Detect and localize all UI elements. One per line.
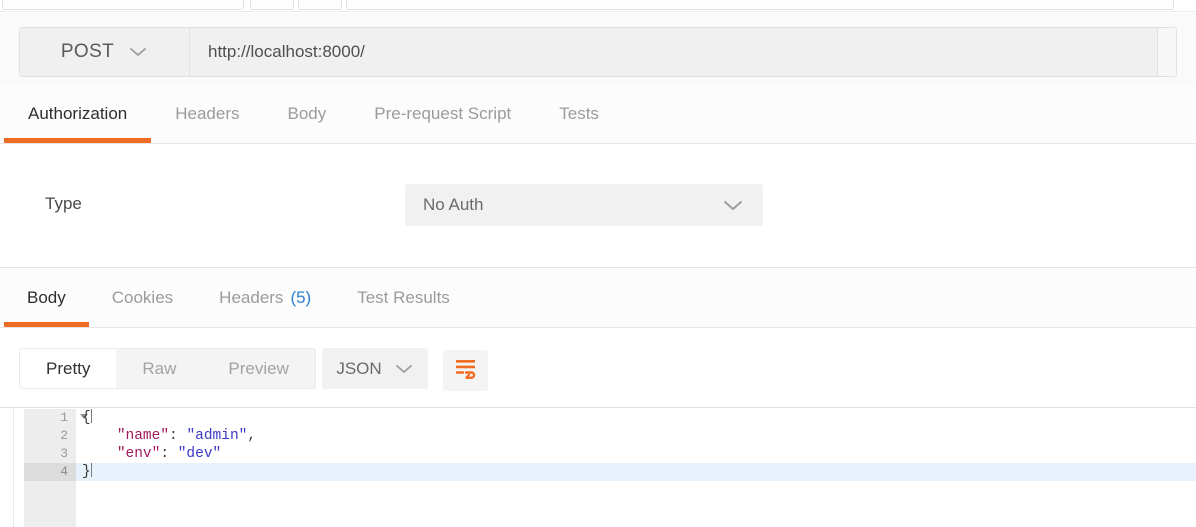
auth-type-dropdown[interactable]: No Auth xyxy=(405,184,763,226)
word-wrap-icon xyxy=(454,357,478,384)
response-tab-test-results-label: Test Results xyxy=(357,287,450,307)
text-caret xyxy=(90,409,92,423)
editor-left-border xyxy=(13,409,14,527)
code-token-str: "admin" xyxy=(186,428,248,444)
response-format-dropdown[interactable]: JSON xyxy=(322,348,428,389)
view-mode-pretty[interactable]: Pretty xyxy=(20,349,117,388)
response-body-toolbar: Pretty Raw Preview JSON xyxy=(0,328,1196,408)
response-tab-body-label: Body xyxy=(27,287,66,307)
view-mode-preview[interactable]: Preview xyxy=(202,349,314,388)
line-number-3: 3 xyxy=(60,446,68,461)
response-body-editor[interactable]: 1 2 3 4 { "name": "admin", "env": "dev"} xyxy=(0,409,1196,527)
response-tabs-bar: Body Cookies Headers (5) Test Results xyxy=(0,268,1196,328)
line-number-2: 2 xyxy=(60,428,68,443)
response-headers-count: (5) xyxy=(290,287,312,307)
response-tab-cookies[interactable]: Cookies xyxy=(89,268,196,327)
gutter-line-number[interactable]: 4 xyxy=(24,463,76,481)
gutter-line-number[interactable]: 3 xyxy=(24,445,76,463)
view-mode-pretty-label: Pretty xyxy=(46,358,91,378)
tab-headers[interactable]: Headers xyxy=(151,85,263,143)
code-token-str: "dev" xyxy=(177,446,222,462)
word-wrap-button[interactable] xyxy=(443,350,488,391)
code-token-punc: : xyxy=(160,446,170,462)
tab-headers-label: Headers xyxy=(175,104,240,123)
tab-tests-label: Tests xyxy=(559,104,599,123)
response-tab-headers[interactable]: Headers (5) xyxy=(196,268,334,327)
view-mode-raw[interactable]: Raw xyxy=(116,349,202,388)
code-token-punc: : xyxy=(169,428,178,444)
view-mode-raw-label: Raw xyxy=(142,358,177,378)
editor-gutter: 1 2 3 4 xyxy=(24,409,88,527)
url-input[interactable]: http://localhost:8000/ xyxy=(190,28,1157,76)
response-tab-body[interactable]: Body xyxy=(4,268,89,327)
gutter-line-number[interactable]: 1 xyxy=(24,409,88,427)
code-lines: { "name": "admin", "env": "dev"} xyxy=(76,409,1196,481)
code-token-punc: , xyxy=(247,428,257,444)
tab-pre-request-script[interactable]: Pre-request Script xyxy=(350,85,535,143)
tab-pre-request-script-label: Pre-request Script xyxy=(374,104,512,123)
chevron-down-icon xyxy=(394,363,414,375)
code-line[interactable]: { xyxy=(76,409,1196,427)
tab-body-label: Body xyxy=(287,104,327,123)
cutoff-field-2 xyxy=(250,0,294,10)
auth-type-label: Type xyxy=(45,194,82,213)
chevron-down-icon xyxy=(721,198,745,212)
cutoff-field-3 xyxy=(298,0,342,10)
code-token-punc: } xyxy=(82,464,91,480)
request-url-row: POST http://localhost:8000/ xyxy=(0,13,1196,85)
request-url-bar: POST http://localhost:8000/ xyxy=(19,27,1177,77)
code-token-key: "env" xyxy=(116,446,161,462)
response-tab-headers-label: Headers xyxy=(219,287,284,307)
cutoff-divider xyxy=(0,11,1196,12)
response-tab-cookies-label: Cookies xyxy=(111,287,174,307)
cutoff-field-1 xyxy=(2,0,244,10)
code-line[interactable]: "env": "dev" xyxy=(76,445,1196,463)
code-line[interactable]: } xyxy=(76,463,1196,481)
http-method-dropdown[interactable]: POST xyxy=(20,28,190,76)
tab-authorization-label: Authorization xyxy=(28,104,128,123)
gutter-line-number[interactable]: 2 xyxy=(24,427,76,445)
text-caret xyxy=(90,463,92,477)
request-tabs-bar: Authorization Headers Body Pre-request S… xyxy=(0,85,1196,144)
code-line[interactable]: "name": "admin", xyxy=(76,427,1196,445)
line-number-4: 4 xyxy=(60,464,68,479)
code-token-key: "name" xyxy=(116,428,170,444)
url-bar-right-pad xyxy=(1158,28,1176,76)
view-mode-segmented-control: Pretty Raw Preview xyxy=(19,348,316,389)
response-tab-test-results[interactable]: Test Results xyxy=(334,268,473,327)
http-method-label: POST xyxy=(60,41,115,62)
auth-type-value: No Auth xyxy=(423,195,484,214)
top-cutoff-strip xyxy=(0,0,1196,12)
tab-tests[interactable]: Tests xyxy=(535,85,623,143)
editor-code-area[interactable]: { "name": "admin", "env": "dev"} xyxy=(76,409,1196,527)
response-format-value: JSON xyxy=(336,358,382,378)
line-number-1: 1 xyxy=(60,410,68,425)
tab-authorization[interactable]: Authorization xyxy=(4,85,152,143)
chevron-down-icon xyxy=(128,46,148,58)
view-mode-preview-label: Preview xyxy=(228,358,289,378)
url-text: http://localhost:8000/ xyxy=(208,42,365,61)
code-token-punc: { xyxy=(82,410,91,426)
tab-body[interactable]: Body xyxy=(264,85,351,143)
cutoff-field-4 xyxy=(346,0,1174,10)
